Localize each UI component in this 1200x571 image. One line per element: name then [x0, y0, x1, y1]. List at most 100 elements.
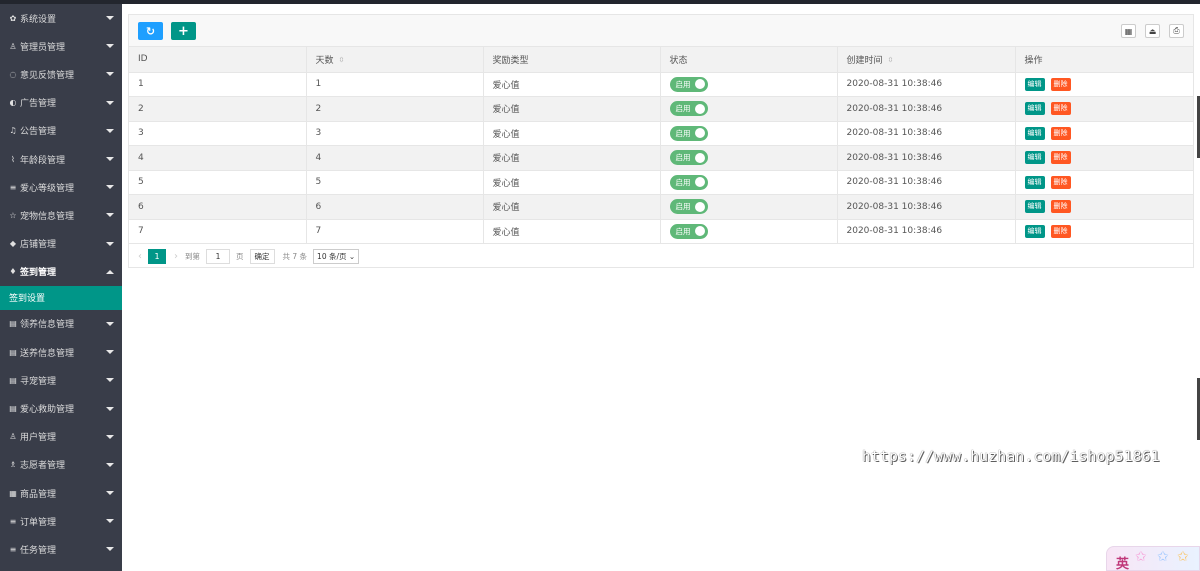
sidebar-item-label: 爱心等级管理 [20, 183, 75, 194]
tag-icon: ◆ [9, 239, 17, 249]
sidebar-item[interactable]: ◆ 店铺管理 [0, 230, 122, 258]
card-icon: ▤ [9, 319, 17, 329]
delete-button[interactable]: 删除 [1050, 175, 1071, 189]
column-header-reward-type[interactable]: 奖励类型 [483, 47, 661, 73]
gear-icon: ✿ [9, 13, 17, 23]
pagination: ‹ 1 › 到第 1 页 确定 共 7 条 10 条/页 ⌄ [129, 244, 1193, 268]
sort-icon[interactable]: ⇳ [339, 56, 345, 64]
table-row[interactable]: 7 7 爱心值 启用 2020-08-31 10:38:46 编辑 删除 [129, 219, 1193, 244]
edit-button[interactable]: 编辑 [1024, 224, 1045, 238]
column-header-id[interactable]: ID [129, 47, 307, 73]
edit-button[interactable]: 编辑 [1024, 126, 1045, 140]
sidebar-item[interactable]: ▤ 领养信息管理 [0, 310, 122, 338]
status-toggle[interactable]: 启用 [669, 125, 708, 141]
prev-page-button[interactable]: ‹ [138, 251, 142, 262]
current-page[interactable]: 1 [148, 248, 166, 264]
chevron-down-icon [106, 128, 114, 133]
chevron-down-icon [106, 72, 114, 77]
pin-icon: ♦ [9, 267, 17, 277]
status-toggle[interactable]: 启用 [669, 76, 708, 92]
status-toggle[interactable]: 启用 [669, 174, 708, 190]
status-toggle-label: 启用 [675, 202, 691, 212]
print-button[interactable]: ⎙ [1169, 24, 1184, 38]
print-icon: ⎙ [1173, 26, 1180, 35]
status-toggle[interactable]: 启用 [669, 223, 708, 239]
chevron-down-icon [106, 350, 114, 355]
status-toggle[interactable]: 启用 [669, 199, 708, 215]
total-count: 共 7 条 [282, 251, 308, 261]
cell-created-time: 2020-08-31 10:38:46 [837, 170, 1016, 195]
table-row[interactable]: 2 2 爱心值 启用 2020-08-31 10:38:46 编辑 删除 [129, 96, 1193, 122]
sidebar-item[interactable]: ♗ 志愿者管理 [0, 451, 122, 479]
cell-created-time: 2020-08-31 10:38:46 [837, 194, 1016, 220]
table-row[interactable]: 5 5 爱心值 启用 2020-08-31 10:38:46 编辑 删除 [129, 170, 1193, 195]
list-icon: ≡ [9, 516, 17, 526]
status-toggle[interactable]: 启用 [669, 101, 708, 117]
sidebar-item[interactable]: ▤ 送养信息管理 [0, 338, 122, 366]
status-toggle-label: 启用 [675, 128, 691, 138]
next-page-button[interactable]: › [174, 251, 178, 262]
edit-button[interactable]: 编辑 [1024, 200, 1045, 214]
edit-button[interactable]: 编辑 [1024, 175, 1045, 189]
toggle-knob [694, 226, 705, 237]
edit-button[interactable]: 编辑 [1024, 77, 1045, 91]
chevron-down-icon [106, 491, 114, 496]
cell-created-time: 2020-08-31 10:38:46 [837, 145, 1016, 171]
delete-button[interactable]: 删除 [1050, 200, 1071, 214]
sidebar-item[interactable]: ≡ 爱心等级管理 [0, 173, 122, 201]
column-header-days[interactable]: 天数 ⇳ [306, 47, 484, 73]
plus-icon: + [178, 23, 189, 39]
sidebar: ✿ 系统设置 ♙ 管理员管理 ◌ 意见反馈管理 ◐ 广告管理 ♫ 公告管理 ⌇ 年龄段管理 ≡ 爱心等级管… [0, 4, 122, 571]
sidebar-subitem-active[interactable]: 签到设置 [0, 285, 122, 310]
sidebar-item[interactable]: ♫ 公告管理 [0, 117, 122, 145]
cell-days: 7 [306, 219, 484, 244]
column-header-status[interactable]: 状态 [660, 47, 838, 73]
cell-status: 启用 [660, 121, 838, 146]
sidebar-item[interactable]: ≡ 订单管理 [0, 507, 122, 535]
table-row[interactable]: 6 6 爱心值 启用 2020-08-31 10:38:46 编辑 删除 [129, 194, 1193, 220]
goto-page-input[interactable]: 1 [206, 248, 230, 264]
refresh-button[interactable]: ↻ [138, 22, 163, 40]
sort-icon[interactable]: ⇳ [888, 56, 894, 64]
delete-button[interactable]: 删除 [1050, 224, 1071, 238]
card-icon: ▤ [9, 404, 17, 414]
sidebar-item[interactable]: ▤ 爱心救助管理 [0, 394, 122, 422]
bell-icon: ♫ [9, 126, 17, 136]
user-icon: ♙ [9, 41, 17, 51]
table-row[interactable]: 3 3 爱心值 启用 2020-08-31 10:38:46 编辑 删除 [129, 121, 1193, 146]
sidebar-item[interactable]: ◐ 广告管理 [0, 89, 122, 117]
sidebar-item[interactable]: ♙ 用户管理 [0, 423, 122, 451]
sidebar-item[interactable]: ≡ 任务管理 [0, 535, 122, 563]
sidebar-item[interactable]: ▦ 商品管理 [0, 479, 122, 507]
table-header-row: ID 天数 ⇳ 奖励类型 状态 创建时间 ⇳ 操作 [129, 47, 1193, 73]
goto-confirm-button[interactable]: 确定 [249, 248, 275, 264]
table-row[interactable]: 1 1 爱心值 启用 2020-08-31 10:38:46 编辑 删除 [129, 72, 1193, 97]
delete-button[interactable]: 删除 [1050, 151, 1071, 165]
cell-status: 启用 [660, 96, 838, 122]
edit-button[interactable]: 编辑 [1024, 151, 1045, 165]
table-row[interactable]: 4 4 爱心值 启用 2020-08-31 10:38:46 编辑 删除 [129, 145, 1193, 171]
sidebar-item[interactable]: ♦ 签到管理 [0, 258, 122, 286]
chevron-down-icon [106, 321, 114, 326]
sidebar-item[interactable]: ⌇ 年龄段管理 [0, 145, 122, 173]
cell-id: 2 [129, 96, 307, 122]
sidebar-item[interactable]: ☆ 宠物信息管理 [0, 201, 122, 229]
column-header-created-time[interactable]: 创建时间 ⇳ [837, 47, 1016, 73]
sidebar-item[interactable]: ♙ 管理员管理 [0, 32, 122, 60]
cell-actions: 编辑 删除 [1015, 219, 1193, 244]
sidebar-item[interactable]: ◌ 意见反馈管理 [0, 60, 122, 88]
delete-button[interactable]: 删除 [1050, 77, 1071, 91]
sidebar-item[interactable]: ▤ 寻宠管理 [0, 366, 122, 394]
page-size-select[interactable]: 10 条/页 ⌄ [313, 248, 360, 264]
chevron-down-icon [106, 378, 114, 383]
edit-button[interactable]: 编辑 [1024, 102, 1045, 116]
status-toggle[interactable]: 启用 [669, 150, 708, 166]
sidebar-item-label: 公告管理 [20, 127, 57, 138]
add-button[interactable]: + [171, 22, 196, 40]
export-button[interactable]: ⏏ [1145, 24, 1160, 38]
sidebar-item[interactable]: ✿ 系统设置 [0, 4, 122, 32]
delete-button[interactable]: 删除 [1050, 126, 1071, 140]
ime-badge[interactable]: 英 ✩ ✩ ✩ [1106, 546, 1200, 571]
columns-filter-button[interactable]: ▦ [1121, 24, 1136, 38]
delete-button[interactable]: 删除 [1050, 102, 1071, 116]
